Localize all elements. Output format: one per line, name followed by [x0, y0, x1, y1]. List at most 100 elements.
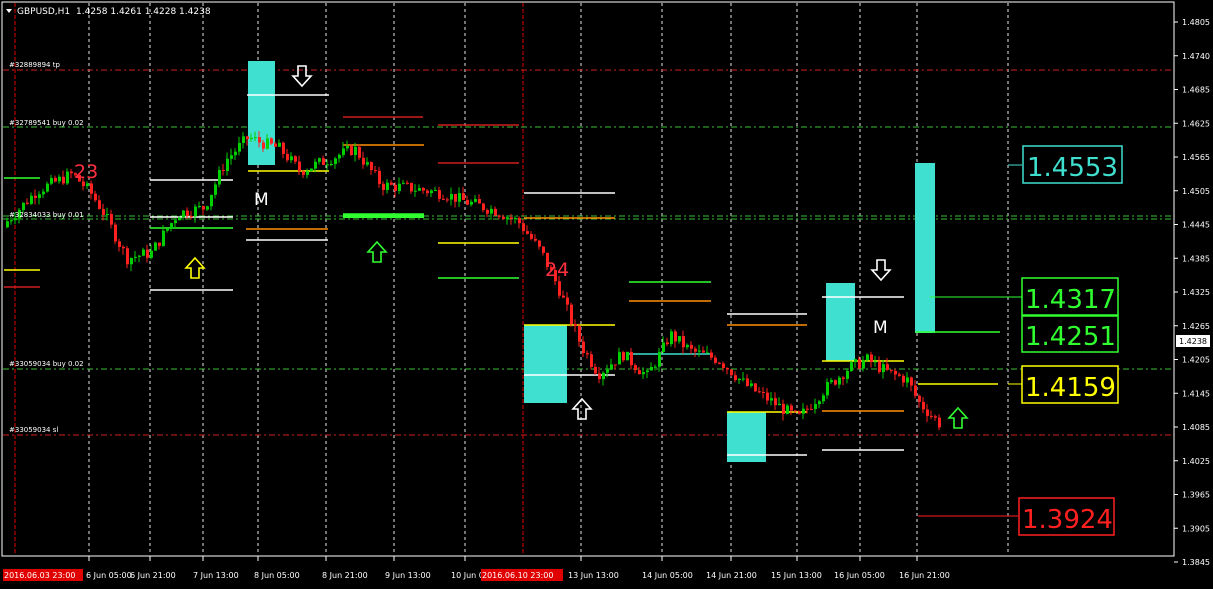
candle-body [862, 360, 865, 369]
candle-body [782, 403, 785, 414]
candle-body [302, 171, 305, 175]
candle-body [234, 151, 237, 156]
candle-body [826, 382, 829, 396]
candle-body [258, 137, 261, 143]
order-label-sl: #33059034 sl [9, 426, 58, 434]
cycle-label-23: 23 [74, 161, 98, 183]
candle-body [366, 162, 369, 165]
candle-body [606, 369, 609, 373]
trading-chart[interactable]: GBPUSD,H1 1.4258 1.4261 1.4228 1.4238 #3… [0, 0, 1213, 585]
candle-body [286, 153, 289, 161]
candle-body [278, 142, 281, 147]
candle-body [902, 375, 905, 383]
candle-body [106, 214, 109, 216]
order-label-tp: #32889894 tp [9, 61, 60, 69]
candle-body [506, 217, 509, 220]
candle-body [638, 370, 641, 375]
candle-body [238, 142, 241, 152]
candle-body [626, 351, 629, 361]
candle-body [294, 156, 297, 162]
time-label: 15 Jun 13:00 [771, 571, 822, 580]
candle-body [630, 351, 633, 366]
candle-body [114, 224, 117, 242]
candle-body [874, 361, 877, 363]
candle-body [558, 281, 561, 296]
price-label: 1.4385 [1182, 254, 1210, 263]
candle-body [422, 188, 425, 191]
price-label: 1.4625 [1182, 119, 1210, 128]
candle-body [538, 240, 541, 247]
candle-body [610, 364, 613, 370]
candle-body [438, 190, 441, 199]
candle-body [842, 377, 845, 379]
candle-body [766, 392, 769, 401]
candle-body [806, 408, 809, 410]
candle-body [522, 223, 525, 232]
order-label-buy-1: #32789541 buy 0.02 [9, 119, 84, 127]
candle-body [330, 163, 333, 165]
signal-zone [248, 61, 275, 165]
candle-body [686, 344, 689, 348]
ohlc-readout: 1.4258 1.4261 1.4228 1.4238 [76, 7, 211, 17]
time-label: 14 Jun 21:00 [706, 571, 757, 580]
candle-body [6, 221, 9, 228]
candle-body [894, 370, 897, 375]
candle-body [446, 199, 449, 201]
price-box-value: 1.4317 [1025, 285, 1116, 315]
time-label: 13 Jun 13:00 [568, 571, 619, 580]
candle-body [770, 398, 773, 401]
candle-body [838, 377, 841, 385]
candle-body [658, 351, 661, 367]
candle-body [814, 404, 817, 410]
candle-body [530, 233, 533, 239]
candle-body [730, 369, 733, 376]
candle-body [578, 326, 581, 342]
candle-body [394, 184, 397, 191]
candle-body [62, 176, 65, 184]
candle-body [502, 216, 505, 220]
candle-body [270, 138, 273, 144]
candle-body [718, 362, 721, 364]
candle-body [210, 194, 213, 207]
candle-body [602, 372, 605, 380]
candle-body [866, 354, 869, 361]
candle-body [618, 352, 621, 365]
price-label: 1.4740 [1182, 52, 1210, 61]
candle-body [850, 362, 853, 371]
signal-zone [524, 325, 567, 403]
candle-body [514, 218, 517, 220]
candle-body [802, 408, 805, 414]
candle-body [242, 136, 245, 143]
candle-body [650, 367, 653, 371]
candle-body [122, 246, 125, 249]
candle-body [378, 170, 381, 184]
price-label: 1.4025 [1182, 457, 1210, 466]
candle-body [754, 383, 757, 392]
candle-body [906, 377, 909, 383]
candle-body [594, 366, 597, 374]
candle-body [490, 208, 493, 214]
candle-body [586, 353, 589, 355]
candle-body [118, 241, 121, 247]
candle-body [458, 193, 461, 202]
candle-body [254, 137, 257, 139]
candle-body [526, 231, 529, 234]
candle-body [798, 411, 801, 414]
candle-body [898, 374, 901, 376]
candle-body [678, 336, 681, 342]
signal-zone [915, 163, 935, 333]
order-label-buy-2: #32834033 buy 0.01 [9, 211, 84, 219]
price-box-value: 1.3924 [1022, 505, 1113, 535]
candle-body [858, 359, 861, 369]
candle-body [310, 168, 313, 172]
candle-body [346, 146, 349, 149]
candle-body [646, 370, 649, 373]
candle-body [518, 218, 521, 224]
candle-body [878, 361, 881, 373]
chart-canvas[interactable]: GBPUSD,H1 1.4258 1.4261 1.4228 1.4238 #3… [0, 0, 1213, 585]
candle-body [102, 208, 105, 215]
candle-body [498, 215, 501, 217]
candle-body [566, 297, 569, 305]
candle-body [170, 223, 173, 229]
candle-body [38, 194, 41, 198]
